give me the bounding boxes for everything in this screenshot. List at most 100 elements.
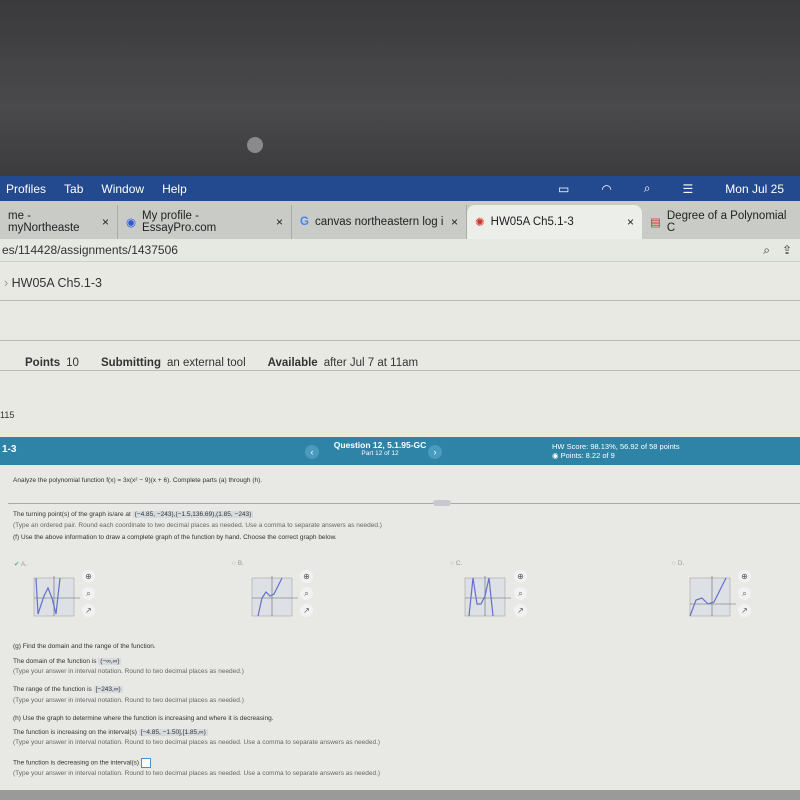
tab-label: canvas northeastern log i xyxy=(314,216,444,228)
tab-label: My profile - EssayPro.com xyxy=(142,210,217,234)
part-h-prompt: (h) Use the graph to determine where the… xyxy=(13,715,274,722)
open-new-window-icon[interactable]: ↗ xyxy=(514,604,527,617)
zoom-out-icon[interactable]: ⌕ xyxy=(738,587,751,600)
turning-prefix: The turning point(s) of the graph is/are… xyxy=(13,511,131,518)
tab-mynortheastern[interactable]: me - myNortheaste × xyxy=(0,205,118,239)
next-question-button[interactable]: › xyxy=(428,445,442,459)
points-label: Points xyxy=(25,357,61,369)
increasing-prefix: The function is increasing on the interv… xyxy=(13,729,137,736)
available-value: after Jul 7 at 11am xyxy=(323,357,419,369)
option-a-graph xyxy=(33,576,80,617)
option-label: B. xyxy=(237,560,244,567)
radio-button[interactable]: ○ xyxy=(232,560,236,567)
selected-check-icon[interactable]: ✔ xyxy=(14,561,19,568)
graph-tools: ⊕ ⌕ ↗ xyxy=(300,570,313,617)
close-icon[interactable]: × xyxy=(451,215,458,229)
google-icon: G xyxy=(300,216,309,228)
hw-score: HW Score: 98.13%, 56.92 of 58 points xyxy=(552,442,680,451)
option-c[interactable]: ○ C. ⊕ ⌕ ↗ xyxy=(450,560,527,617)
submitting-label: Submitting xyxy=(100,357,161,369)
close-icon[interactable]: × xyxy=(276,215,283,229)
address-bar[interactable]: es/114428/assignments/1437506 ⌕ ⇪ xyxy=(0,239,800,262)
points-value: 10 xyxy=(66,357,79,369)
zoom-out-icon[interactable]: ⌕ xyxy=(300,587,313,600)
expand-handle[interactable] xyxy=(433,500,451,506)
tab-label: HW05A Ch5.1-3 xyxy=(490,216,574,228)
menu-profiles[interactable]: Profiles xyxy=(6,182,46,196)
breadcrumb: › HW05A Ch5.1-3 xyxy=(4,276,102,290)
open-new-window-icon[interactable]: ↗ xyxy=(82,604,95,617)
zoom-in-icon[interactable]: ⊕ xyxy=(514,570,527,583)
domain-prefix: The domain of the function is xyxy=(13,658,97,665)
share-icon[interactable]: ⇪ xyxy=(782,243,792,258)
domain-answer[interactable]: (−∞,∞) xyxy=(98,658,122,665)
decreasing-input[interactable] xyxy=(140,758,151,768)
question-content: Analyze the polynomial function f(x) = 3… xyxy=(0,465,800,800)
zoom-out-icon[interactable]: ⌕ xyxy=(82,587,95,600)
breadcrumb-current[interactable]: HW05A Ch5.1-3 xyxy=(12,276,102,290)
option-label: C. xyxy=(455,560,463,567)
option-b[interactable]: ○ B. ⊕ ⌕ ↗ xyxy=(232,560,313,617)
assignment-short: 1-3 xyxy=(2,444,17,455)
control-center-icon[interactable]: ☰ xyxy=(683,182,694,196)
close-icon[interactable]: × xyxy=(627,215,634,229)
option-d-graph xyxy=(689,576,736,617)
option-label: D. xyxy=(677,560,685,567)
option-a[interactable]: ✔ A. ⊕ ⌕ ↗ xyxy=(14,560,95,617)
decreasing-prefix: The function is decreasing on the interv… xyxy=(13,759,140,767)
battery-icon[interactable]: ▭ xyxy=(558,182,569,196)
bottom-bar xyxy=(0,790,800,800)
zoom-in-icon[interactable]: ⊕ xyxy=(738,570,751,583)
prev-question-button[interactable]: ‹ xyxy=(305,445,319,459)
zoom-icon[interactable]: ⌕ xyxy=(763,243,770,258)
tab-strip: me - myNortheaste × ◉ My profile - EssayPr… xyxy=(0,201,800,239)
graph-tools: ⊕ ⌕ ↗ xyxy=(82,570,95,617)
radio-button[interactable]: ○ xyxy=(672,560,676,567)
camera xyxy=(247,137,263,153)
submitting-value: an external tool xyxy=(166,357,246,369)
question-points: Points: 8.22 of 9 xyxy=(560,451,615,460)
search-icon[interactable]: ⌕ xyxy=(644,181,651,196)
canvas-icon: ✺ xyxy=(475,217,485,229)
range-answer[interactable]: [−243,∞) xyxy=(93,686,123,693)
menu-help[interactable]: Help xyxy=(162,182,187,196)
menu-bar: Profiles Tab Window Help ▭ ◠ ⌕ ☰ Mon Jul… xyxy=(0,176,800,201)
url-text[interactable]: es/114428/assignments/1437506 xyxy=(2,243,178,257)
open-new-window-icon[interactable]: ↗ xyxy=(300,604,313,617)
domain-hint: (Type your answer in interval notation. … xyxy=(13,668,244,675)
available-label: Available xyxy=(267,357,318,369)
question-prompt: Analyze the polynomial function f(x) = 3… xyxy=(13,477,263,484)
tab-essaypro[interactable]: ◉ My profile - EssayPro.com × xyxy=(118,205,292,239)
tab-google-search[interactable]: Gcanvas northeastern log i × xyxy=(292,205,467,239)
zoom-out-icon[interactable]: ⌕ xyxy=(514,587,527,600)
part-g-prompt: (g) Find the domain and the range of the… xyxy=(13,643,156,650)
wifi-icon[interactable]: ◠ xyxy=(601,182,611,196)
option-label: A. xyxy=(20,561,28,568)
range-hint: (Type your answer in interval notation. … xyxy=(13,697,244,704)
zoom-in-icon[interactable]: ⊕ xyxy=(300,570,313,583)
graph-tools: ⊕ ⌕ ↗ xyxy=(738,570,751,617)
points-icon: ◉ xyxy=(552,451,559,460)
close-icon[interactable]: × xyxy=(102,215,109,229)
laptop-bezel xyxy=(0,0,800,176)
clock[interactable]: Mon Jul 25 xyxy=(725,182,784,196)
tab-degree-polynomial[interactable]: ▤ Degree of a Polynomial C xyxy=(642,205,800,239)
open-new-window-icon[interactable]: ↗ xyxy=(738,604,751,617)
graph-tools: ⊕ ⌕ ↗ xyxy=(514,570,527,617)
decreasing-hint: (Type your answer in interval notation. … xyxy=(13,770,381,777)
graph-plot-area xyxy=(689,577,731,617)
zoom-in-icon[interactable]: ⊕ xyxy=(82,570,95,583)
part-f-prompt: (f) Use the above information to draw a … xyxy=(13,534,337,541)
small-text: 115 xyxy=(0,410,15,420)
radio-button[interactable]: ○ xyxy=(450,560,454,567)
question-title: Question 12, 5.1.95-GC xyxy=(333,440,427,450)
increasing-answer[interactable]: [−4.85, −1.50],[1.85,∞) xyxy=(138,729,208,736)
site-icon: ▤ xyxy=(650,217,661,229)
turning-hint: (Type an ordered pair. Round each coordi… xyxy=(13,522,382,529)
canvas-page: › HW05A Ch5.1-3 Points 10 Submitting an ex… xyxy=(0,262,800,437)
option-d[interactable]: ○ D. ⊕ ⌕ ↗ xyxy=(672,560,751,617)
tab-hw05a[interactable]: ✺ HW05A Ch5.1-3 × xyxy=(467,205,642,239)
menu-tab[interactable]: Tab xyxy=(64,182,83,196)
question-header: 1-3 ‹ Question 12, 5.1.95-GC Part 12 of 1… xyxy=(0,437,800,465)
menu-window[interactable]: Window xyxy=(101,182,144,196)
